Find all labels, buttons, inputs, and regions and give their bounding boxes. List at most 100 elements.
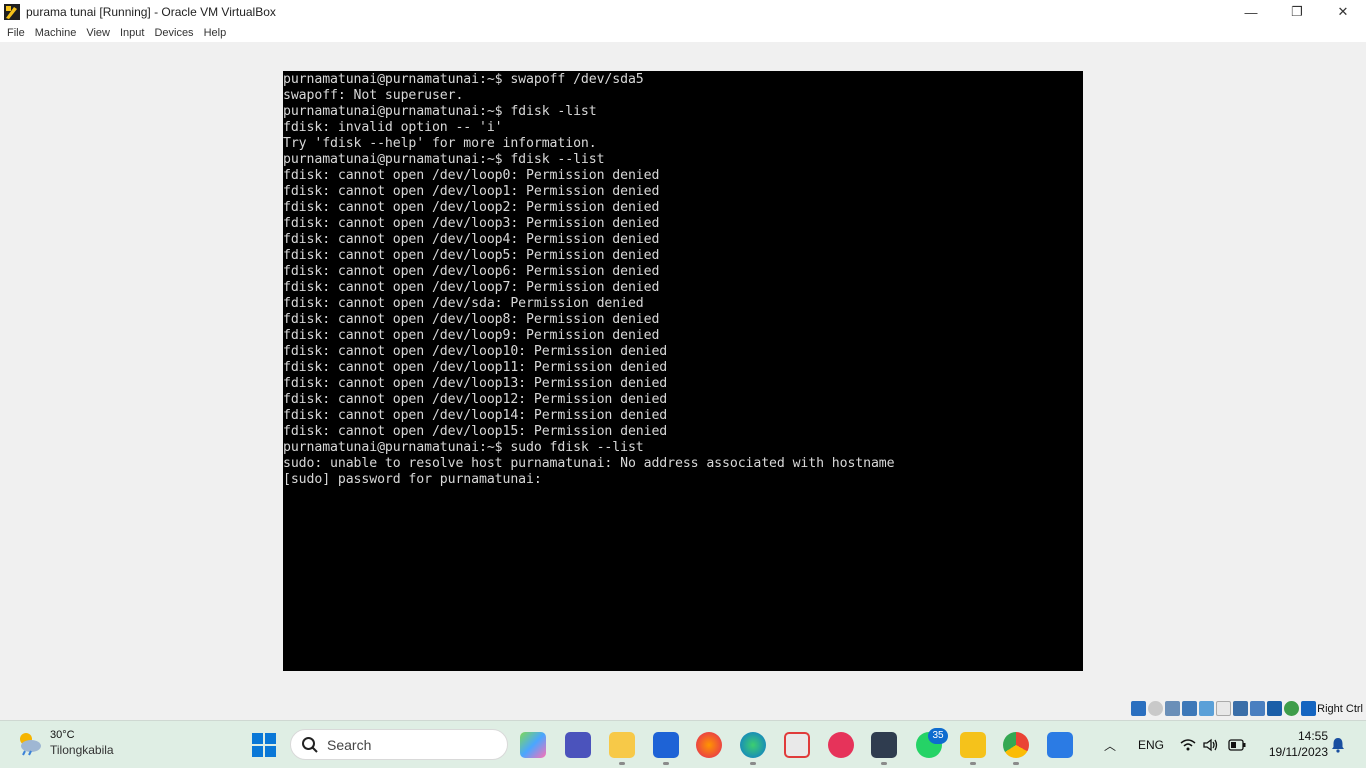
search-label: Search xyxy=(327,736,372,753)
audio-icon[interactable] xyxy=(1165,701,1180,716)
terminal-line: fdisk: cannot open /dev/loop12: Permissi… xyxy=(283,392,668,407)
clock[interactable]: 14:55 19/11/2023 xyxy=(1258,729,1328,760)
start-button[interactable] xyxy=(252,733,276,757)
terminal-line: fdisk: cannot open /dev/loop2: Permissio… xyxy=(283,200,660,215)
weather-widget[interactable]: 30°C Tilongkabila xyxy=(16,728,114,758)
terminal-line: purnamatunai@purnamatunai:~$ sudo fdisk … xyxy=(283,440,644,455)
usb-icon[interactable] xyxy=(1199,701,1214,716)
host-key-label: Right Ctrl xyxy=(1317,703,1363,715)
menu-file[interactable]: File xyxy=(2,27,30,39)
terminal-line: fdisk: cannot open /dev/loop0: Permissio… xyxy=(283,168,660,183)
windows-logo-pane xyxy=(265,733,276,744)
file-explorer-app-icon[interactable] xyxy=(609,732,635,758)
terminal-line: fdisk: cannot open /dev/loop14: Permissi… xyxy=(283,408,668,423)
running-indicator xyxy=(619,762,625,765)
terminal-line: Try 'fdisk --help' for more information. xyxy=(283,136,597,151)
host-key-arrow-icon[interactable] xyxy=(1301,701,1316,716)
virtualbox-app-icon-taskbar[interactable] xyxy=(871,732,897,758)
virtualbox-app-icon xyxy=(4,4,20,20)
teams-app-icon[interactable] xyxy=(565,732,591,758)
terminal-line: purnamatunai@purnamatunai:~$ fdisk --lis… xyxy=(283,152,605,167)
wifi-icon[interactable] xyxy=(1180,738,1196,752)
running-indicator xyxy=(881,762,887,765)
title-bar: purama tunai [Running] - Oracle VM Virtu… xyxy=(0,0,1366,24)
menu-view[interactable]: View xyxy=(81,27,115,39)
menu-machine[interactable]: Machine xyxy=(30,27,82,39)
taskbar-search-box[interactable]: Search xyxy=(290,729,508,760)
virtualbox-vm-app-icon[interactable] xyxy=(960,732,986,758)
windows-logo-pane xyxy=(252,746,263,757)
terminal-line: fdisk: cannot open /dev/loop10: Permissi… xyxy=(283,344,668,359)
weather-location: Tilongkabila xyxy=(50,743,114,757)
terminal-line: fdisk: cannot open /dev/loop15: Permissi… xyxy=(283,424,668,439)
window-controls: — ❐ ✕ xyxy=(1228,0,1366,24)
network-icon[interactable] xyxy=(1182,701,1197,716)
weather-text: 30°C Tilongkabila xyxy=(50,728,114,758)
terminal-line: fdisk: cannot open /dev/loop6: Permissio… xyxy=(283,264,660,279)
terminal-line: sudo: unable to resolve host purnamatuna… xyxy=(283,456,895,471)
terminal-line: fdisk: cannot open /dev/loop13: Permissi… xyxy=(283,376,668,391)
minimize-icon: — xyxy=(1244,4,1258,20)
guest-console-screen[interactable]: purnamatunai@purnamatunai:~$ swapoff /de… xyxy=(283,71,1083,671)
terminal-line: fdisk: cannot open /dev/sda: Permission … xyxy=(283,296,644,311)
optical-drive-icon[interactable] xyxy=(1148,701,1163,716)
running-indicator xyxy=(1013,762,1019,765)
terminal-line: [sudo] password for purnamatunai: xyxy=(283,472,550,487)
terminal-line: fdisk: cannot open /dev/loop4: Permissio… xyxy=(283,232,660,247)
shared-folders-icon[interactable] xyxy=(1216,701,1231,716)
restore-button[interactable]: ❐ xyxy=(1274,0,1320,24)
cpu-icon[interactable] xyxy=(1267,701,1282,716)
battery-icon[interactable] xyxy=(1228,739,1246,751)
terminal-line: fdisk: cannot open /dev/loop1: Permissio… xyxy=(283,184,660,199)
terminal-line: purnamatunai@purnamatunai:~$ swapoff /de… xyxy=(283,72,644,87)
store-app-icon[interactable] xyxy=(653,732,679,758)
chrome-app-icon[interactable] xyxy=(1003,732,1029,758)
virtualbox-window: purama tunai [Running] - Oracle VM Virtu… xyxy=(0,0,1366,768)
windows-logo-icon xyxy=(252,733,263,744)
search-icon xyxy=(302,736,318,753)
hard-disk-icon[interactable] xyxy=(1131,701,1146,716)
menu-input[interactable]: Input xyxy=(115,27,149,39)
snipping-tool-app-icon[interactable] xyxy=(784,732,810,758)
show-hidden-icons-chevron-icon[interactable]: ︿ xyxy=(1104,737,1116,754)
windows-logo-pane xyxy=(265,746,276,757)
guest-additions-icon[interactable] xyxy=(1284,701,1299,716)
terminal-line: fdisk: cannot open /dev/loop8: Permissio… xyxy=(283,312,660,327)
partly-cloudy-icon xyxy=(20,733,41,756)
running-indicator xyxy=(970,762,976,765)
menu-bar: File Machine View Input Devices Help xyxy=(0,24,1366,42)
terminal-line: fdisk: cannot open /dev/loop9: Permissio… xyxy=(283,328,660,343)
menu-help[interactable]: Help xyxy=(199,27,232,39)
terminal-line: fdisk: cannot open /dev/loop7: Permissio… xyxy=(283,280,660,295)
language-indicator[interactable]: ENG xyxy=(1138,738,1164,752)
vm-status-bar: Right Ctrl xyxy=(0,698,1366,720)
clock-time: 14:55 xyxy=(1297,729,1328,743)
firefox-app-icon[interactable] xyxy=(696,732,722,758)
close-icon: ✕ xyxy=(1337,4,1349,19)
minimize-button[interactable]: — xyxy=(1228,0,1274,24)
window-title: purama tunai [Running] - Oracle VM Virtu… xyxy=(26,5,276,19)
terminal-line: fdisk: cannot open /dev/loop5: Permissio… xyxy=(283,248,660,263)
menu-devices[interactable]: Devices xyxy=(149,27,198,39)
terminal-line: fdisk: cannot open /dev/loop3: Permissio… xyxy=(283,216,660,231)
edge-app-icon[interactable] xyxy=(740,732,766,758)
terminal-line: fdisk: invalid option -- 'i' xyxy=(283,120,503,135)
whatsapp-notification-badge: 35 xyxy=(928,728,948,744)
clock-date: 19/11/2023 xyxy=(1268,745,1328,759)
taskbar: 30°C Tilongkabila Search 35 ︿ ENG 14:55 … xyxy=(0,720,1366,768)
display-icon[interactable] xyxy=(1233,701,1248,716)
terminal-line: purnamatunai@purnamatunai:~$ fdisk -list xyxy=(283,104,597,119)
photos-app-icon[interactable] xyxy=(1047,732,1073,758)
notification-bell-icon[interactable] xyxy=(1330,737,1346,753)
close-button[interactable]: ✕ xyxy=(1320,0,1366,24)
wps-office-app-icon[interactable] xyxy=(828,732,854,758)
vm-status-icons xyxy=(1131,701,1316,716)
vm-display-area: purnamatunai@purnamatunai:~$ swapoff /de… xyxy=(0,42,1366,698)
volume-icon[interactable] xyxy=(1203,738,1219,752)
copilot-app-icon[interactable] xyxy=(520,732,546,758)
restore-icon: ❐ xyxy=(1291,4,1303,19)
running-indicator xyxy=(663,762,669,765)
weather-temperature: 30°C xyxy=(50,729,75,741)
terminal-line: swapoff: Not superuser. xyxy=(283,88,464,103)
recording-icon[interactable] xyxy=(1250,701,1265,716)
